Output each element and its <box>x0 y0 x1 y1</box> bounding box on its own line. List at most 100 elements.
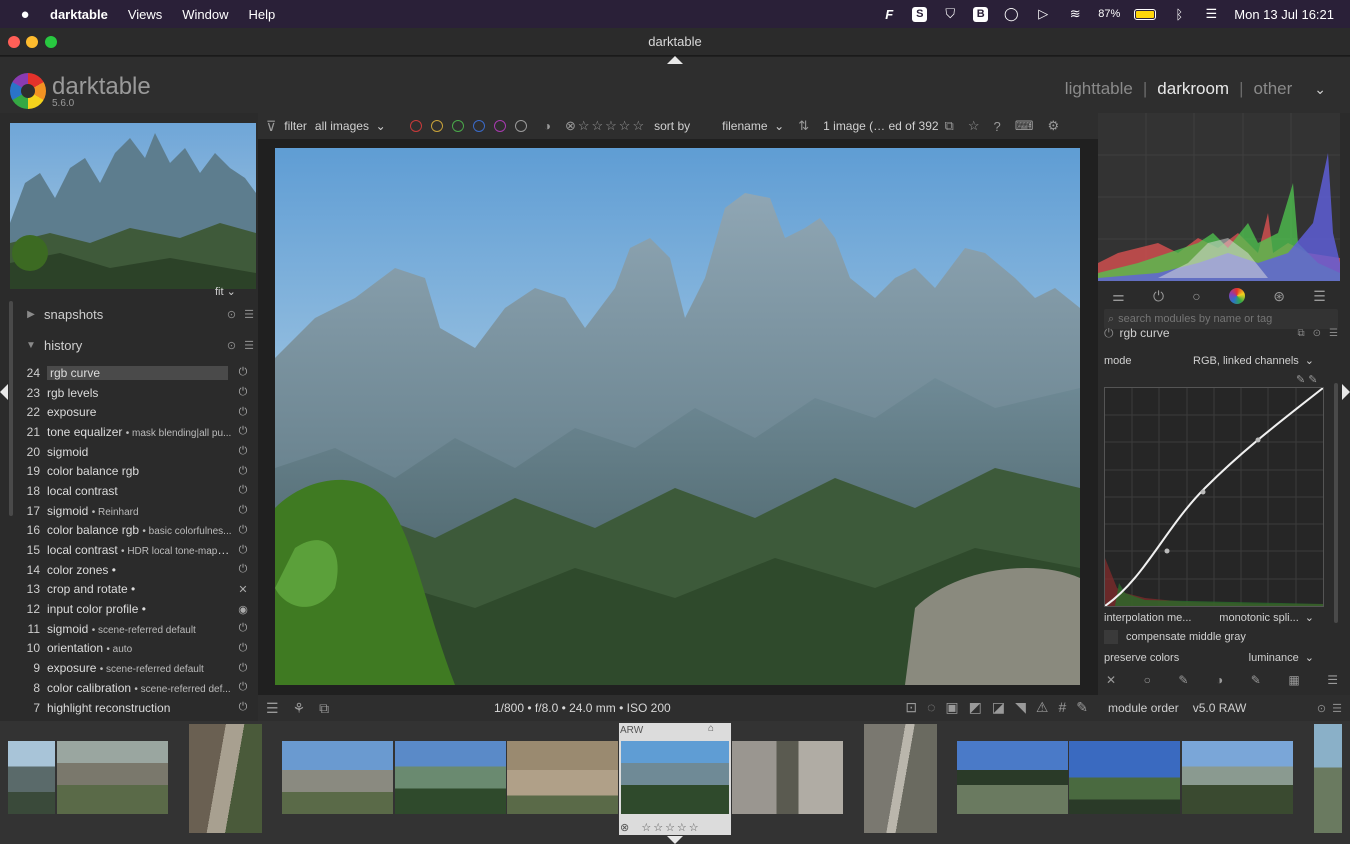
chevron-down-icon[interactable]: ⌄ <box>1314 81 1326 98</box>
effects-modules-icon[interactable]: ⊛ <box>1273 288 1285 305</box>
reset-icon[interactable]: ⊙ <box>1317 702 1326 715</box>
history-item[interactable]: 20 sigmoid ⏻ <box>18 442 254 462</box>
history-item[interactable]: 7 highlight reconstruction ⏻ <box>18 698 254 718</box>
active-modules-icon[interactable]: ⏻ <box>1153 288 1164 305</box>
clock[interactable]: Mon 13 Jul 16:21 <box>1234 7 1334 22</box>
filmstrip-thumb[interactable] <box>864 724 937 833</box>
history-item[interactable]: 22 exposure ⏻ <box>18 402 254 422</box>
filmstrip-thumb[interactable] <box>1069 741 1180 814</box>
collapse-left-arrow-icon[interactable] <box>0 384 8 400</box>
preserve-colors-row[interactable]: preserve colors luminance ⌄ <box>1104 651 1314 665</box>
multi-instance-icon[interactable]: ⧉ <box>1298 328 1305 339</box>
history-item[interactable]: 17 sigmoid • Reinhard ⏻ <box>18 501 254 521</box>
warning-icon[interactable]: ⚠ <box>1036 699 1049 716</box>
color-label-filter[interactable] <box>493 120 506 132</box>
quick-access-presets-icon[interactable]: ☰ <box>266 700 279 717</box>
history-item[interactable]: 18 local contrast ⏻ <box>18 481 254 501</box>
history-item[interactable]: 11 sigmoid • scene-referred default ⏻ <box>18 619 254 639</box>
history-item[interactable]: 12 input color profile • ◉ <box>18 599 254 619</box>
mode-row[interactable]: mode RGB, linked channels ⌄ <box>1104 354 1314 368</box>
history-item[interactable]: 23 rgb levels ⏻ <box>18 383 254 403</box>
reject-icon[interactable]: ⊗ <box>565 118 578 134</box>
blend-uniform-icon[interactable]: ○ <box>1144 673 1151 687</box>
reject-icon[interactable]: ⊗ <box>620 822 631 834</box>
presets-icon[interactable]: ☰ <box>244 339 254 352</box>
filmstrip-thumb[interactable] <box>732 741 843 814</box>
bluetooth-icon[interactable]: ᛒ <box>1170 6 1188 22</box>
history-item[interactable]: 14 color zones • ⏻ <box>18 560 254 580</box>
color-label-filter[interactable] <box>451 120 464 132</box>
filmstrip-thumb[interactable] <box>189 724 262 833</box>
history-item[interactable]: 15 local contrast • HDR local tone-mappin… <box>18 540 254 560</box>
left-panel-scrollbar[interactable] <box>9 301 13 516</box>
focus-peaking-icon[interactable]: ⊡ <box>905 699 917 716</box>
color-label-toggle-icon[interactable]: ◑ <box>544 119 551 133</box>
shield-icon[interactable]: ⛉ <box>941 6 959 22</box>
wifi-icon[interactable]: ≋ <box>1066 6 1084 22</box>
view-darkroom[interactable]: darkroom <box>1157 79 1229 99</box>
grouping-icon[interactable]: ⧉ <box>945 118 954 134</box>
reset-icon[interactable]: ⊙ <box>227 308 236 321</box>
filmstrip-thumb[interactable] <box>8 741 55 814</box>
color-assessment-icon[interactable]: ◌ <box>927 699 935 716</box>
help-icon[interactable]: ? <box>994 119 1001 134</box>
filter-dropdown[interactable]: all images ⌄ <box>315 119 386 133</box>
picker-icon[interactable]: ✎ ✎ <box>1296 373 1318 386</box>
menu-app-name[interactable]: darktable <box>50 7 108 22</box>
s-app-icon[interactable]: S <box>912 6 928 22</box>
menu-help[interactable]: Help <box>249 7 276 22</box>
gamut-check-icon[interactable]: ◥ <box>1015 699 1026 716</box>
filmstrip-thumb[interactable] <box>395 741 506 814</box>
filter-icon[interactable]: ⊽ <box>266 118 276 135</box>
filmstrip-thumb[interactable] <box>57 741 168 814</box>
rating-stars[interactable]: ☆☆☆☆☆ <box>578 118 646 134</box>
history-item[interactable]: 19 color balance rgb ⏻ <box>18 461 254 481</box>
presets-icon[interactable]: ☰ <box>1313 288 1326 305</box>
presets-icon[interactable]: ☰ <box>244 308 254 321</box>
history-item[interactable]: 8 color calibration • scene-referred def.… <box>18 678 254 698</box>
mode-value[interactable]: RGB, linked channels <box>1193 355 1299 367</box>
close-window-button[interactable] <box>8 36 20 48</box>
styles-icon[interactable]: ⚘ <box>293 700 306 717</box>
history-header[interactable]: ▼ history ⊙ ☰ <box>18 332 254 358</box>
raw-overexposed-icon[interactable]: ▣ <box>945 699 958 716</box>
module-search-input[interactable] <box>1118 313 1319 325</box>
filmstrip-thumb[interactable] <box>957 741 1068 814</box>
blend-raster-icon[interactable]: ▦ <box>1288 673 1299 687</box>
collapse-right-arrow-icon[interactable] <box>1342 384 1350 400</box>
filmstrip-thumb[interactable] <box>1314 724 1342 833</box>
menu-window[interactable]: Window <box>182 7 228 22</box>
maximize-window-button[interactable] <box>45 36 57 48</box>
b-app-icon[interactable]: B <box>973 6 989 22</box>
softproof-icon[interactable]: ◪ <box>992 699 1005 716</box>
power-icon[interactable]: ⏻ <box>1104 326 1114 341</box>
filmstrip-thumb[interactable] <box>507 741 618 814</box>
control-center-icon[interactable]: ☰ <box>1202 6 1220 22</box>
minimize-window-button[interactable] <box>26 36 38 48</box>
circle-icon[interactable]: ◯ <box>1002 6 1020 22</box>
right-panel-scrollbar[interactable] <box>1334 383 1338 623</box>
history-item[interactable]: 10 orientation • auto ⏻ <box>18 639 254 659</box>
preserve-value[interactable]: luminance <box>1249 652 1299 664</box>
histogram[interactable] <box>1098 113 1340 281</box>
filmstrip-thumb[interactable] <box>1182 741 1293 814</box>
color-label-filter[interactable] <box>472 120 485 132</box>
history-item[interactable]: 21 tone equalizer • mask blending|all pu.… <box>18 422 254 442</box>
star-icon[interactable]: ☆ <box>968 118 980 134</box>
color-label-filter[interactable] <box>409 120 422 132</box>
color-label-filter[interactable] <box>514 120 527 132</box>
history-item[interactable]: 9 exposure • scene-referred default ⏻ <box>18 658 254 678</box>
reset-icon[interactable]: ⊙ <box>1313 328 1321 339</box>
filmstrip-thumb-selected[interactable] <box>621 741 729 814</box>
menu-views[interactable]: Views <box>128 7 162 22</box>
filmstrip-rating[interactable]: ⊗ ☆☆☆☆☆ <box>620 821 701 834</box>
apple-icon[interactable]: ● <box>0 6 50 23</box>
blend-drawn-icon[interactable]: ✎ <box>1178 673 1188 687</box>
rating-stars[interactable]: ☆☆☆☆☆ <box>641 822 700 834</box>
view-other[interactable]: other <box>1254 79 1293 99</box>
clipping-icon[interactable]: ◩ <box>969 699 982 716</box>
collapse-bottom-arrow-icon[interactable] <box>667 836 683 844</box>
presets-icon[interactable]: ☰ <box>1332 702 1342 715</box>
interpolation-value[interactable]: monotonic spli... <box>1219 612 1298 624</box>
rgb-curve-header[interactable]: ⏻ rgb curve ⧉ ⊙ ☰ <box>1104 325 1338 341</box>
